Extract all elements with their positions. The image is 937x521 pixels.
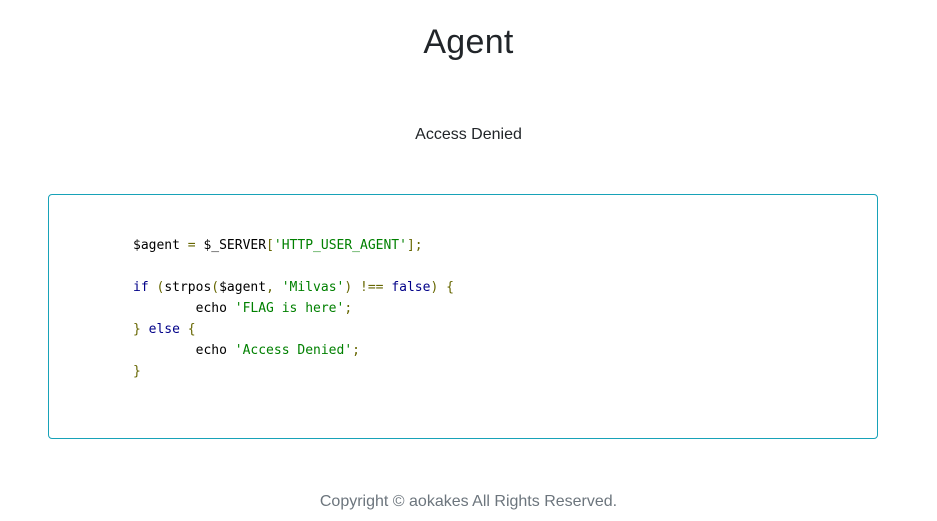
code-token-kw: false	[391, 280, 431, 295]
page-title: Agent	[423, 23, 514, 61]
code-token-str: 'FLAG is here'	[234, 301, 345, 316]
code-token-plain: $_SERVER	[195, 238, 267, 253]
code-token-str: 'HTTP_USER_AGENT'	[273, 238, 407, 253]
code-line: echo 'Access Denied';	[133, 340, 454, 361]
code-line: echo 'FLAG is here';	[133, 298, 454, 319]
php-code-block[interactable]: $agent = $_SERVER['HTTP_USER_AGENT']; if …	[133, 235, 454, 382]
code-token-op: [	[266, 238, 274, 253]
source-code-panel: $agent = $_SERVER['HTTP_USER_AGENT']; if …	[48, 194, 878, 439]
code-token-op: ;	[344, 301, 353, 316]
code-token-plain: echo	[133, 301, 235, 316]
copyright-footer: Copyright © aokakes All Rights Reserved.	[319, 493, 618, 510]
code-token-op: ;	[352, 343, 360, 358]
code-line: $agent = $_SERVER['HTTP_USER_AGENT'];	[133, 235, 454, 256]
code-token-op: ];	[406, 238, 423, 253]
code-token-op: {	[187, 322, 196, 337]
code-token-plain: echo	[133, 343, 235, 358]
code-token-plain: $agent	[133, 238, 188, 253]
code-token-op: {	[446, 280, 454, 295]
code-token-kw: if	[133, 280, 149, 295]
code-token-str: 'Milvas'	[281, 280, 345, 295]
code-token-str: 'Access Denied'	[234, 343, 353, 358]
code-token-op: }	[133, 364, 141, 379]
code-token-op: =	[187, 238, 196, 253]
code-token-op: !==	[360, 280, 384, 295]
code-token-op: }	[133, 322, 141, 337]
code-line: if (strpos($agent, 'Milvas') !== false) …	[133, 277, 454, 298]
code-line: }	[133, 361, 454, 382]
code-line: } else {	[133, 319, 454, 340]
code-token-op: (	[211, 280, 220, 295]
code-token-plain: $agent	[219, 280, 267, 295]
code-token-plain: strpos	[164, 280, 212, 295]
code-token-op: )	[344, 280, 353, 295]
code-token-op: ,	[266, 280, 274, 295]
code-token-kw: else	[148, 322, 180, 337]
status-message: Access Denied	[415, 126, 522, 143]
